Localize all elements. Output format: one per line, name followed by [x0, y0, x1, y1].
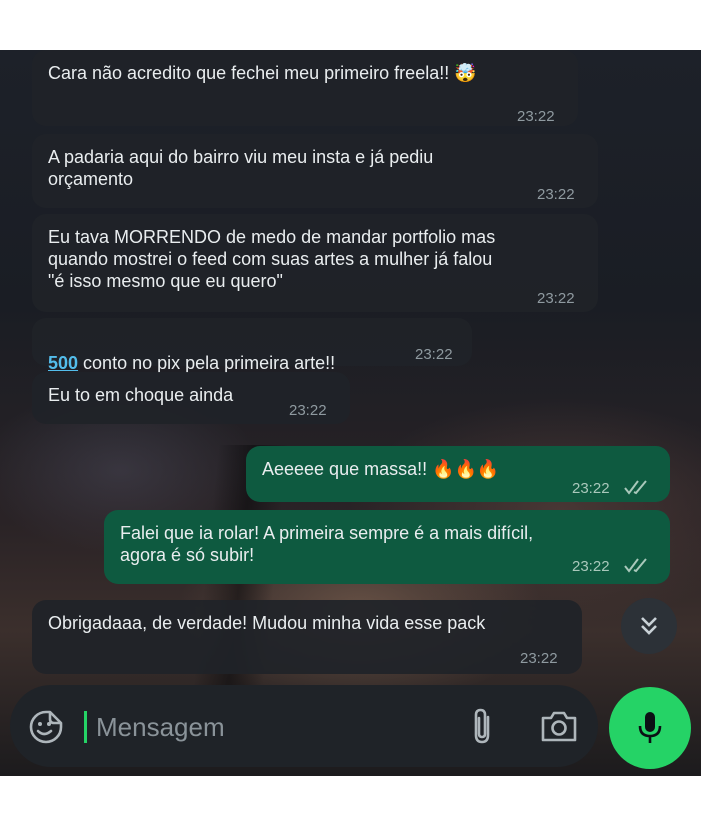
- message-time: 23:22: [537, 186, 575, 203]
- text-cursor: [84, 711, 87, 743]
- message-link[interactable]: 500: [48, 353, 78, 373]
- message-text: Falei que ia rolar! A primeira sempre é …: [120, 523, 534, 565]
- message-time: 23:22: [415, 346, 453, 363]
- message-text: A padaria aqui do bairro viu meu insta e…: [48, 147, 434, 189]
- message-bubble-incoming[interactable]: 500 conto no pix pela primeira arte!! 23…: [32, 318, 472, 373]
- message-text: Eu to em choque ainda: [48, 385, 234, 405]
- message-text: conto no pix pela primeira arte!!: [78, 353, 336, 373]
- microphone-icon: [638, 712, 662, 743]
- message-composer[interactable]: Mensagem: [10, 685, 598, 767]
- message-text: Aeeeee que massa!! 🔥🔥🔥: [262, 459, 500, 479]
- message-bubble-incoming[interactable]: A padaria aqui do bairro viu meu insta e…: [32, 134, 598, 208]
- sticker-emoji-icon[interactable]: [28, 709, 64, 745]
- message-bubble-outgoing[interactable]: Falei que ia rolar! A primeira sempre é …: [104, 510, 670, 584]
- message-text: Obrigadaaa, de verdade! Mudou minha vida…: [48, 613, 486, 633]
- message-text: Cara não acredito que fechei meu primeir…: [48, 63, 477, 83]
- message-bubble-incoming[interactable]: Cara não acredito que fechei meu primeir…: [32, 50, 578, 126]
- message-time: 23:22: [517, 108, 555, 125]
- message-bubble-incoming[interactable]: Eu to em choque ainda 23:22: [32, 372, 350, 424]
- chat-background: Cara não acredito que fechei meu primeir…: [0, 50, 701, 776]
- read-receipt-icon: [624, 480, 647, 495]
- message-time: 23:22: [572, 480, 610, 497]
- message-input[interactable]: Mensagem: [96, 711, 225, 743]
- read-receipt-icon: [624, 558, 647, 573]
- double-chevron-down-icon: [641, 617, 657, 635]
- message-time: 23:22: [520, 650, 558, 667]
- scroll-to-bottom-button[interactable]: [621, 598, 677, 654]
- message-time: 23:22: [572, 558, 610, 575]
- message-bubble-incoming[interactable]: Eu tava MORRENDO de medo de mandar portf…: [32, 214, 598, 312]
- message-text-wrap: 500 conto no pix pela primeira arte!!: [48, 330, 335, 374]
- message-text: Eu tava MORRENDO de medo de mandar portf…: [48, 227, 496, 291]
- paperclip-icon[interactable]: [468, 705, 498, 747]
- message-time: 23:22: [537, 290, 575, 307]
- microphone-button[interactable]: [609, 687, 691, 769]
- message-bubble-outgoing[interactable]: Aeeeee que massa!! 🔥🔥🔥 23:22: [246, 446, 670, 502]
- message-bubble-incoming[interactable]: Obrigadaaa, de verdade! Mudou minha vida…: [32, 600, 582, 674]
- message-time: 23:22: [289, 402, 327, 419]
- camera-icon[interactable]: [540, 709, 578, 743]
